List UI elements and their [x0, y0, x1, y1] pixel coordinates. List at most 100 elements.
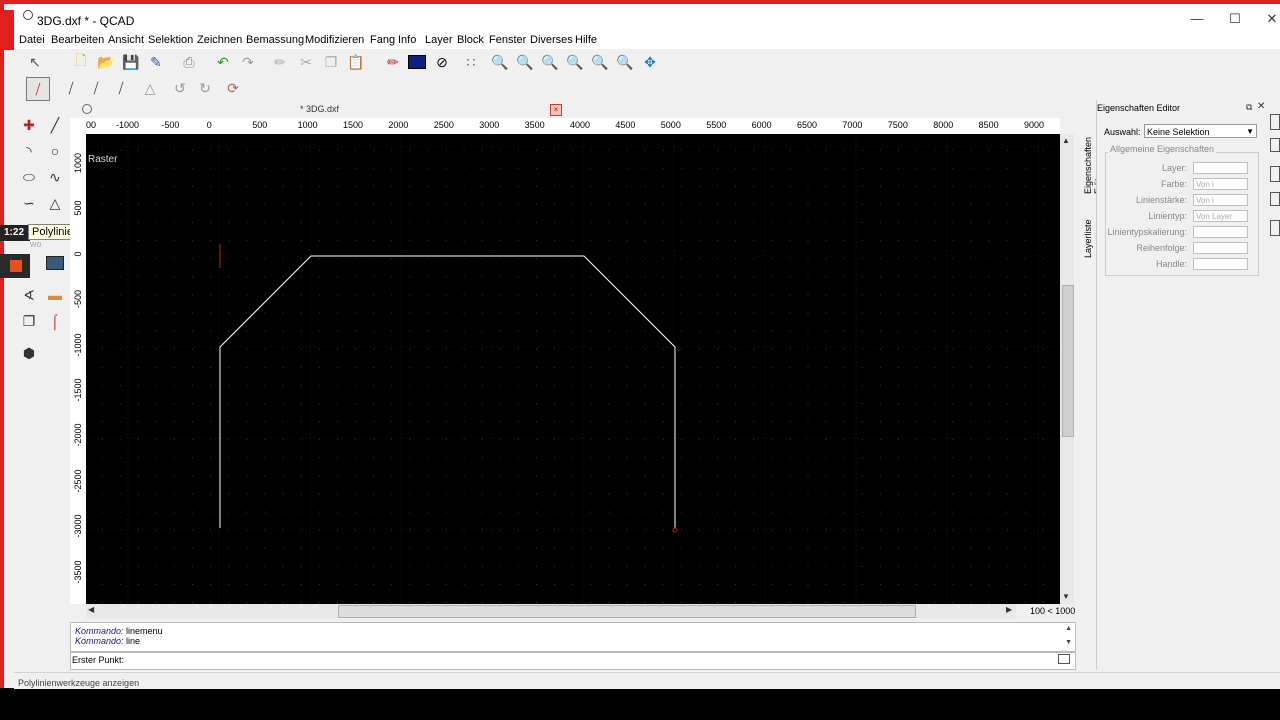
scroll-left-icon[interactable]: ◀: [88, 605, 94, 614]
line-tool-icon[interactable]: ╱: [44, 114, 66, 136]
line-two-points-icon[interactable]: ⧸: [26, 77, 50, 101]
menu-block[interactable]: Block: [457, 34, 484, 46]
line-orthogonal-icon[interactable]: ↻: [194, 77, 216, 99]
snap-tool-icon[interactable]: ⌠: [44, 310, 66, 332]
property-field[interactable]: Von l: [1193, 178, 1248, 190]
menu-layer[interactable]: Layer: [425, 34, 453, 46]
line-vertical-icon[interactable]: ⧸: [110, 77, 132, 99]
side-tool-icon[interactable]: [1270, 138, 1280, 152]
side-tool-icon[interactable]: [1270, 166, 1280, 182]
vertical-scroll-thumb[interactable]: [1062, 285, 1074, 437]
property-label: Farbe:: [1160, 179, 1187, 189]
menu-ansicht[interactable]: Ansicht: [108, 34, 144, 46]
print-icon[interactable]: ⎙: [178, 51, 200, 73]
close-panel-icon[interactable]: ✕: [1257, 101, 1265, 112]
command-input[interactable]: [70, 652, 1076, 670]
open-file-icon[interactable]: 📂: [95, 51, 117, 73]
menu-selektion[interactable]: Selektion: [148, 34, 193, 46]
scroll-right-icon[interactable]: ▶: [1006, 605, 1012, 614]
menu-bemassung[interactable]: Bemassung: [246, 34, 304, 46]
pan-icon[interactable]: ✥: [639, 51, 661, 73]
grid-toggle-icon[interactable]: ∷: [460, 51, 482, 73]
property-field[interactable]: Von l: [1193, 194, 1248, 206]
line-horizontal-icon[interactable]: ⧸: [85, 77, 107, 99]
ruler-tick-label: 8500: [978, 120, 999, 130]
polyline-tool-icon[interactable]: ∽: [18, 192, 40, 214]
drawing-canvas[interactable]: Raster: [86, 134, 1060, 604]
block-tool-icon[interactable]: ⬢: [18, 342, 40, 364]
paste-icon[interactable]: 📋: [345, 51, 367, 73]
line-bisector-icon[interactable]: △: [139, 77, 161, 99]
property-field[interactable]: [1193, 162, 1248, 174]
copy-icon[interactable]: ❐: [320, 51, 342, 73]
stop-recording-icon[interactable]: [10, 260, 22, 272]
hatch-tool-icon[interactable]: ▬: [44, 284, 66, 306]
menu-zeichnen[interactable]: Zeichnen: [197, 34, 242, 46]
property-field[interactable]: [1193, 258, 1248, 270]
scroll-down-icon[interactable]: ▼: [1062, 592, 1070, 601]
undo-icon[interactable]: ↶: [212, 51, 234, 73]
zoom-selection-icon[interactable]: 🔍: [614, 51, 636, 73]
ellipse-tool-icon[interactable]: ⬭: [18, 166, 40, 188]
side-tool-icon[interactable]: [1270, 220, 1280, 236]
document-close-icon[interactable]: ×: [550, 104, 562, 116]
float-panel-icon[interactable]: ⧉: [1246, 102, 1252, 113]
menu-hilfe[interactable]: Hilfe: [575, 34, 597, 46]
shapes-tool-icon[interactable]: △: [44, 192, 66, 214]
zoom-previous-icon[interactable]: 🔍: [564, 51, 586, 73]
document-icon: [82, 104, 92, 114]
grid-scale-label: 100 < 1000: [1030, 606, 1076, 616]
menu-diverses[interactable]: Diverses: [530, 34, 573, 46]
minimize-button[interactable]: —: [1187, 10, 1207, 28]
line-back-icon[interactable]: ⟳: [222, 77, 244, 99]
history-scroll-down-icon[interactable]: ▼: [1065, 639, 1072, 646]
status-text: Polylinienwerkzeuge anzeigen: [18, 678, 140, 688]
close-button[interactable]: ✕: [1262, 10, 1280, 28]
save-as-icon[interactable]: ✎: [145, 51, 167, 73]
menu-info[interactable]: Info: [398, 34, 416, 46]
maximize-button[interactable]: ☐: [1225, 10, 1245, 28]
menu-fang[interactable]: Fang: [370, 34, 395, 46]
menu-datei[interactable]: Datei: [19, 34, 45, 46]
menu-fenster[interactable]: Fenster: [489, 34, 526, 46]
menu-bearbeiten[interactable]: Bearbeiten: [51, 34, 104, 46]
property-field[interactable]: [1193, 226, 1248, 238]
zoom-out-icon[interactable]: 🔍: [514, 51, 536, 73]
selection-dropdown[interactable]: Keine Selektion ▼: [1144, 124, 1257, 138]
redo-icon[interactable]: ↷: [237, 51, 259, 73]
selection-label: Auswahl:: [1104, 127, 1141, 137]
zoom-window-icon[interactable]: 🔍: [589, 51, 611, 73]
circle-tool-icon[interactable]: ○: [44, 140, 66, 162]
select-pointer-icon[interactable]: ↖: [24, 51, 46, 73]
zoom-in-icon[interactable]: 🔍: [489, 51, 511, 73]
line-angle-icon[interactable]: ⧸: [60, 77, 82, 99]
history-scroll-up-icon[interactable]: ▲: [1065, 625, 1072, 632]
pen-color-icon[interactable]: ✏: [382, 51, 404, 73]
scroll-up-icon[interactable]: ▲: [1062, 136, 1070, 145]
zoom-auto-icon[interactable]: 🔍: [539, 51, 561, 73]
tab-layer-list[interactable]: Layerliste: [1083, 208, 1093, 258]
property-field[interactable]: [1193, 242, 1248, 254]
modify-tool-icon[interactable]: ❐: [18, 310, 40, 332]
linetype-icon[interactable]: ⊘: [431, 51, 453, 73]
dimension-tool-icon[interactable]: ∢: [18, 284, 40, 306]
point-tool-icon[interactable]: ✚: [18, 114, 40, 136]
command-history: Kommando: linemenu Kommando: line ▲ ▼: [70, 622, 1076, 652]
arc-tool-icon[interactable]: ◝: [18, 140, 40, 162]
command-dock-icon[interactable]: [1058, 654, 1070, 664]
menu-modifizieren[interactable]: Modifizieren: [305, 34, 364, 46]
line-tangent-icon[interactable]: ↺: [169, 77, 191, 99]
horizontal-ruler: 00 -1000 -500 0 500 1000 1500 2000 2500 3000 3500 4…: [86, 118, 1060, 135]
new-file-icon[interactable]: 🗋: [70, 51, 92, 73]
spline-tool-icon[interactable]: ∿: [44, 166, 66, 188]
horizontal-scroll-thumb[interactable]: [338, 605, 916, 618]
document-tab[interactable]: * 3DG.dxf: [300, 104, 339, 114]
side-tool-icon[interactable]: [1270, 192, 1280, 206]
property-field[interactable]: Von Layer: [1193, 210, 1248, 222]
cut-icon[interactable]: ✂: [295, 51, 317, 73]
image-tool-icon[interactable]: [44, 252, 66, 274]
fill-color-icon[interactable]: [406, 51, 428, 73]
pen-icon[interactable]: ✏: [269, 51, 291, 73]
save-icon[interactable]: 💾: [120, 51, 142, 73]
side-tool-icon[interactable]: [1270, 114, 1280, 130]
